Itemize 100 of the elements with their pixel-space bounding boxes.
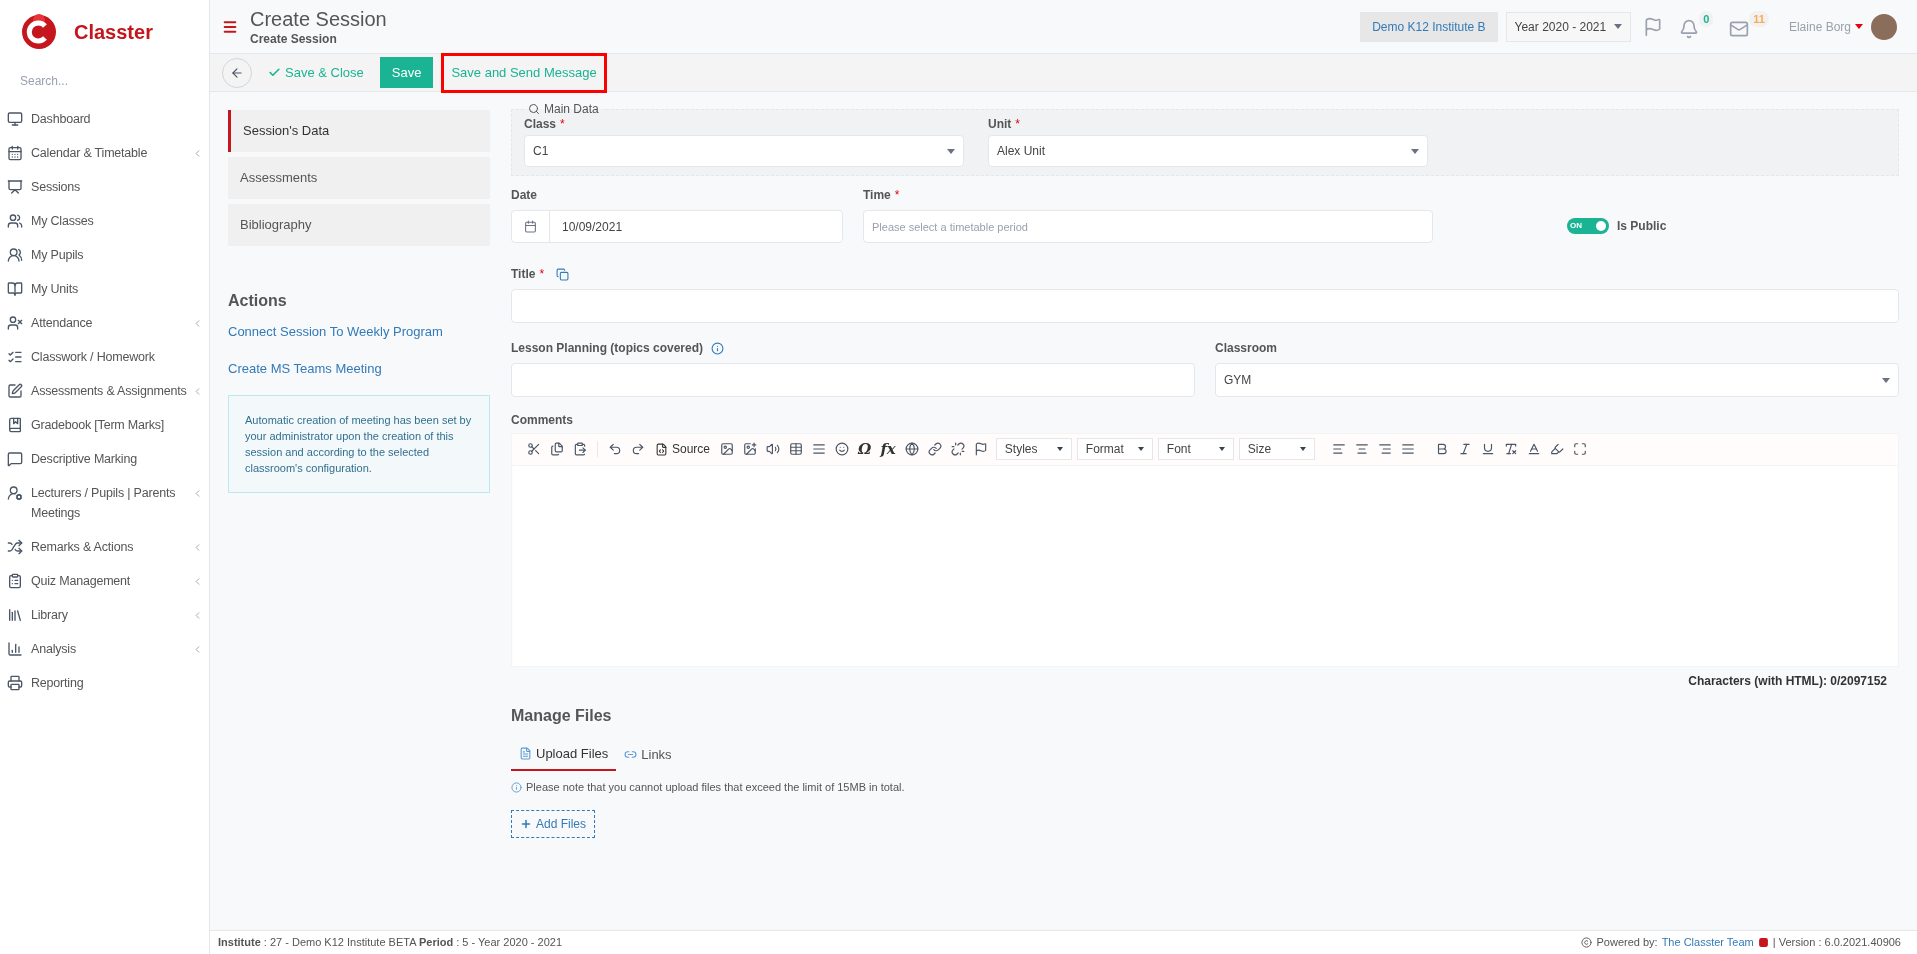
sidebar-item[interactable]: Gradebook [Term Marks] <box>0 408 209 442</box>
select-field[interactable]: C1 <box>524 135 964 167</box>
editor-dropdown[interactable]: Font <box>1157 438 1234 461</box>
sidebar-item[interactable]: Dashboard <box>0 102 209 136</box>
powered-by: Powered by: <box>1596 935 1658 951</box>
document-icon <box>519 746 532 760</box>
upload-note: Please note that you cannot upload files that exceed the limit of 15MB in total. <box>526 780 905 795</box>
calendar-icon <box>7 145 23 161</box>
avatar <box>1871 13 1897 40</box>
caret-icon <box>1882 377 1890 383</box>
section-heading: Manage Files <box>511 705 613 726</box>
field-label: Date <box>511 187 538 204</box>
check-icon <box>268 66 281 79</box>
book-icon <box>7 417 23 433</box>
version-label: | Version : 6.0.2021.40906 <box>1772 935 1901 951</box>
field-label: Time <box>863 187 891 204</box>
sidebar-item[interactable]: Analysis <box>0 632 209 666</box>
clipboard-icon <box>7 573 23 589</box>
symbol-button[interactable]: fx <box>877 438 899 461</box>
actions-heading: Actions <box>228 291 288 311</box>
footer-info: Institute : 27 - Demo K12 Institute BETA Period : 5 - Year 2020 - 2021 <box>218 935 563 951</box>
printer-icon <box>7 675 23 691</box>
plus-icon <box>520 817 532 830</box>
copy-icon[interactable] <box>556 267 570 281</box>
page-subtitle: Create Session <box>250 31 338 47</box>
file-tab[interactable]: Upload Files <box>511 737 617 771</box>
info-icon <box>511 781 522 793</box>
copyright-icon <box>1581 937 1593 948</box>
sidebar-item[interactable]: Library <box>0 598 209 632</box>
sidebar-item[interactable]: My Pupils <box>0 238 209 272</box>
required-mark: * <box>894 187 900 204</box>
count-badge: 11 <box>1749 10 1769 27</box>
symbol-button[interactable]: Ω <box>855 438 875 461</box>
sidebar-item[interactable]: Classwork / Homework <box>0 340 209 374</box>
edit-icon <box>7 383 23 399</box>
group-icon <box>7 213 23 229</box>
field-label: Comments <box>511 412 574 429</box>
select-field[interactable]: GYM <box>1215 363 1899 397</box>
sidebar-item[interactable]: Sessions <box>0 170 209 204</box>
caret-icon <box>1411 148 1419 154</box>
book-icon <box>7 281 23 297</box>
logo-icon <box>1757 937 1769 948</box>
checklist-icon <box>7 349 23 365</box>
brand-name: Classter <box>74 20 153 45</box>
shuffle-icon <box>7 539 23 555</box>
date-field[interactable]: 10/09/2021 <box>511 210 843 243</box>
editor-dropdown[interactable]: Styles <box>995 438 1072 461</box>
sidebar-item[interactable]: Remarks & Actions <box>0 530 209 564</box>
library-icon <box>7 607 23 623</box>
count-badge: 0 <box>1699 10 1714 27</box>
team-link[interactable]: The Classter Team <box>1661 934 1754 951</box>
info-note: Automatic creation of meeting has been set by your administrator upon the creation of this session and according to the selected classroom's configuration. <box>228 395 490 493</box>
sidebar-item[interactable]: Attendance <box>0 306 209 340</box>
lesson-planning-field[interactable] <box>511 363 1195 397</box>
sidebar-item[interactable]: Quiz Management <box>0 564 209 598</box>
toggle-label: Is Public <box>1617 218 1667 235</box>
users-icon <box>7 247 23 263</box>
action-link[interactable]: Create MS Teams Meeting <box>228 358 490 378</box>
sidebar-item[interactable]: Descriptive Marking <box>0 442 209 476</box>
caret-icon <box>1614 24 1623 29</box>
institute-label: Demo K12 Institute B <box>1360 11 1498 42</box>
time-field[interactable]: Please select a timetable period <box>863 210 1433 243</box>
year-dropdown[interactable]: Year 2020 - 2021 <box>1505 11 1632 42</box>
comment-icon <box>7 451 23 467</box>
section-tab[interactable]: Assessments <box>228 157 490 199</box>
monitor-icon <box>7 111 23 127</box>
search-icon <box>528 103 540 115</box>
main-data-legend: Main Data <box>524 100 603 118</box>
required-mark: * <box>560 116 565 133</box>
field-label: Classroom <box>1215 340 1279 357</box>
editor-dropdown[interactable]: Size <box>1238 438 1315 461</box>
presentation-icon <box>7 179 23 195</box>
sidebar-item[interactable]: Lecturers / Pupils | Parents Meetings <box>0 476 209 530</box>
caret-icon <box>947 148 955 154</box>
sidebar-item[interactable]: My Units <box>0 272 209 306</box>
bar-chart-icon <box>7 641 23 657</box>
editor-dropdown[interactable]: Format <box>1076 438 1153 461</box>
info-icon <box>711 341 725 355</box>
sidebar-item[interactable]: Reporting <box>0 666 209 700</box>
sidebar-item[interactable]: Calendar & Timetable <box>0 136 209 170</box>
select-field[interactable]: Alex Unit <box>988 135 1428 167</box>
page-title: Create Session <box>250 6 387 32</box>
field-label: Unit <box>988 116 1012 133</box>
sidebar-item[interactable]: My Classes <box>0 204 209 238</box>
section-tab[interactable]: Session's Data <box>228 110 490 152</box>
menu-icon[interactable] <box>222 18 238 35</box>
required-mark: * <box>539 266 545 283</box>
action-link[interactable]: Connect Session To Weekly Program <box>228 322 490 342</box>
search-field[interactable]: Search... <box>12 68 197 94</box>
field-label: Class <box>524 116 557 133</box>
section-tab[interactable]: Bibliography <box>228 204 490 246</box>
source-button[interactable]: Source <box>651 440 715 459</box>
file-tab[interactable]: Links <box>616 737 680 771</box>
field-label: Lesson Planning (topics covered) <box>511 340 704 357</box>
title-field[interactable] <box>511 289 1899 323</box>
field-label: Title <box>511 266 536 283</box>
calendar-icon <box>524 220 537 233</box>
add-files-button[interactable]: Add Files <box>511 809 596 838</box>
sidebar-item[interactable]: Assessments & Assignments <box>0 374 209 408</box>
logo-icon <box>20 12 58 52</box>
